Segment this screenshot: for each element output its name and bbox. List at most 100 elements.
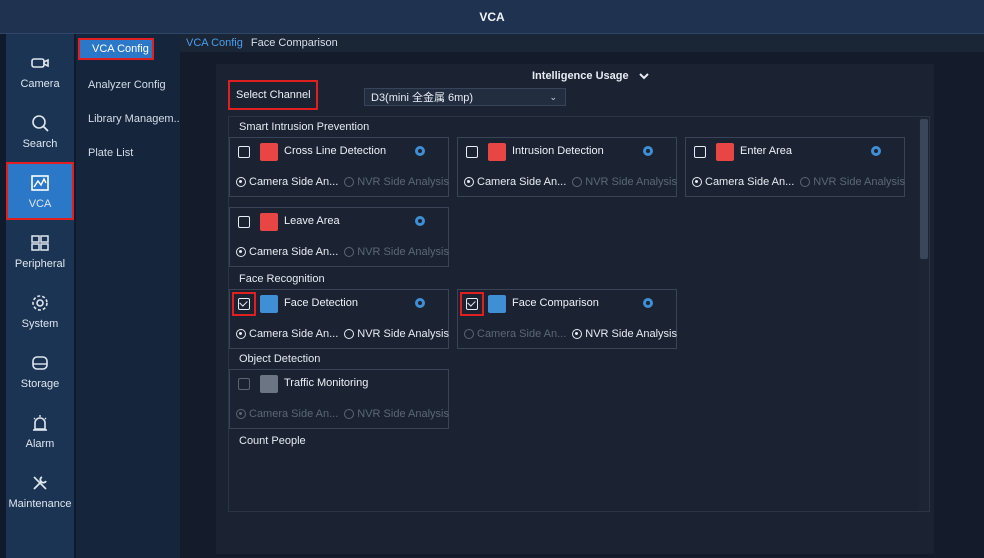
- search-icon: [32, 114, 49, 132]
- subnav-vca-config[interactable]: VCA Config: [78, 38, 154, 60]
- subnav-library-management[interactable]: Library Managem...: [76, 108, 180, 130]
- main-nav: Camera Search VCA Peripheral System Stor…: [6, 34, 74, 558]
- camera-side-label: Camera Side An...: [249, 408, 339, 420]
- card-cross-line: Cross Line Detection Camera Side An... N…: [229, 137, 449, 197]
- traffic-monitoring-icon: [260, 375, 278, 393]
- select-channel-dropdown[interactable]: D3(mini 全金属 6mp) ⌄: [364, 88, 566, 106]
- cross-line-name: Cross Line Detection: [284, 145, 387, 157]
- face-detection-checkbox[interactable]: [238, 298, 250, 310]
- enter-area-name: Enter Area: [740, 145, 792, 157]
- enter-area-checkbox[interactable]: [694, 146, 706, 158]
- face-comparison-checkbox[interactable]: [466, 298, 478, 310]
- camera-icon: [31, 57, 49, 68]
- leave-area-icon: [260, 213, 278, 231]
- gear-icon[interactable]: [414, 145, 426, 157]
- face-detection-name: Face Detection: [284, 297, 358, 309]
- nav-system[interactable]: System: [6, 282, 74, 340]
- face-comparison-name: Face Comparison: [512, 297, 599, 309]
- main-content: VCA Config Face Comparison Intelligence …: [180, 34, 984, 558]
- chevron-down-icon: [638, 73, 649, 80]
- nav-storage-label: Storage: [20, 377, 60, 390]
- nvr-side-radio[interactable]: [572, 329, 583, 339]
- breadcrumb: VCA Config Face Comparison: [180, 34, 984, 52]
- card-traffic-monitoring: Traffic Monitoring Camera Side An... NVR…: [229, 369, 449, 429]
- card-leave-area: Leave Area Camera Side An... NVR Side An…: [229, 207, 449, 267]
- camera-side-label: Camera Side An...: [249, 328, 339, 340]
- nav-peripheral[interactable]: Peripheral: [6, 222, 74, 280]
- camera-side-label: Camera Side An...: [249, 176, 339, 188]
- app-window: VCA Camera Search VCA Peripheral System …: [0, 0, 984, 558]
- cross-line-icon: [260, 143, 278, 161]
- config-panel: Intelligence Usage Select Channel D3(min…: [216, 64, 934, 554]
- enter-area-analysis-options: Camera Side An... NVR Side Analysis: [692, 176, 911, 188]
- card-enter-area: Enter Area Camera Side An... NVR Side An…: [685, 137, 905, 197]
- nvr-side-label: NVR Side Analysis: [357, 176, 449, 188]
- scrollbar[interactable]: [919, 117, 929, 511]
- face-comparison-analysis-options: Camera Side An... NVR Side Analysis: [464, 328, 683, 340]
- camera-side-radio[interactable]: [464, 329, 474, 339]
- intrusion-checkbox[interactable]: [466, 146, 478, 158]
- camera-side-label: Camera Side An...: [249, 246, 339, 258]
- breadcrumb-vca-config[interactable]: VCA Config: [186, 37, 243, 49]
- nvr-side-radio[interactable]: [800, 177, 811, 187]
- nvr-side-label: NVR Side Analysis: [357, 408, 449, 420]
- camera-side-label: Camera Side An...: [705, 176, 795, 188]
- nav-maintenance-label: Maintenance: [8, 497, 72, 510]
- nav-storage[interactable]: Storage: [6, 342, 74, 400]
- nav-search[interactable]: Search: [6, 102, 74, 160]
- camera-side-radio[interactable]: [236, 409, 246, 419]
- leave-area-checkbox[interactable]: [238, 216, 250, 228]
- scrollbar-thumb[interactable]: [920, 119, 928, 259]
- camera-side-radio[interactable]: [236, 329, 246, 339]
- subnav-plate-list[interactable]: Plate List: [76, 142, 180, 164]
- nav-alarm[interactable]: Alarm: [6, 402, 74, 460]
- nvr-side-radio[interactable]: [344, 247, 355, 257]
- gear-icon[interactable]: [642, 145, 654, 157]
- nav-maintenance[interactable]: Maintenance: [6, 462, 74, 520]
- intrusion-analysis-options: Camera Side An... NVR Side Analysis: [464, 176, 683, 188]
- traffic-monitoring-checkbox[interactable]: [238, 378, 250, 390]
- nvr-side-label: NVR Side Analysis: [585, 176, 677, 188]
- subnav-analyzer-config[interactable]: Analyzer Config: [76, 74, 180, 96]
- section-face-recognition: Face Recognition: [239, 273, 325, 285]
- face-detection-icon: [260, 295, 278, 313]
- section-count-people: Count People: [239, 435, 306, 447]
- nav-camera-label: Camera: [20, 77, 60, 90]
- select-channel-label: Select Channel: [228, 80, 318, 110]
- function-list: Smart Intrusion Prevention Cross Line De…: [228, 116, 930, 512]
- wrench-icon: [33, 475, 47, 490]
- nvr-side-label: NVR Side Analysis: [357, 328, 449, 340]
- card-intrusion: Intrusion Detection Camera Side An... NV…: [457, 137, 677, 197]
- nav-peripheral-label: Peripheral: [14, 257, 66, 270]
- nvr-side-radio[interactable]: [572, 177, 583, 187]
- gear-icon[interactable]: [414, 215, 426, 227]
- card-face-detection: Face Detection Camera Side An... NVR Sid…: [229, 289, 449, 349]
- gear-icon[interactable]: [414, 297, 426, 309]
- window-title: VCA: [0, 0, 984, 34]
- camera-side-radio[interactable]: [236, 177, 246, 187]
- face-comparison-icon: [488, 295, 506, 313]
- nav-alarm-label: Alarm: [25, 437, 55, 450]
- nvr-side-radio[interactable]: [344, 329, 355, 339]
- camera-side-radio[interactable]: [692, 177, 702, 187]
- nvr-side-label: NVR Side Analysis: [813, 176, 905, 188]
- alarm-icon: [33, 414, 47, 431]
- intelligence-usage-label: Intelligence Usage: [532, 70, 629, 82]
- nav-vca[interactable]: VCA: [6, 162, 74, 220]
- card-face-comparison: Face Comparison Camera Side An... NVR Si…: [457, 289, 677, 349]
- camera-side-radio[interactable]: [236, 247, 246, 257]
- enter-area-icon: [716, 143, 734, 161]
- breadcrumb-face-comparison: Face Comparison: [250, 37, 338, 49]
- camera-side-radio[interactable]: [464, 177, 474, 187]
- nvr-side-radio[interactable]: [344, 409, 355, 419]
- cross-line-checkbox[interactable]: [238, 146, 250, 158]
- intelligence-usage-toggle[interactable]: Intelligence Usage: [532, 70, 649, 82]
- cross-line-analysis-options: Camera Side An... NVR Side Analysis: [236, 176, 455, 188]
- leave-area-name: Leave Area: [284, 215, 340, 227]
- nav-search-label: Search: [22, 137, 58, 150]
- camera-side-label: Camera Side An...: [477, 328, 567, 340]
- nav-camera[interactable]: Camera: [6, 42, 74, 100]
- gear-icon[interactable]: [870, 145, 882, 157]
- nvr-side-radio[interactable]: [344, 177, 355, 187]
- gear-icon[interactable]: [642, 297, 654, 309]
